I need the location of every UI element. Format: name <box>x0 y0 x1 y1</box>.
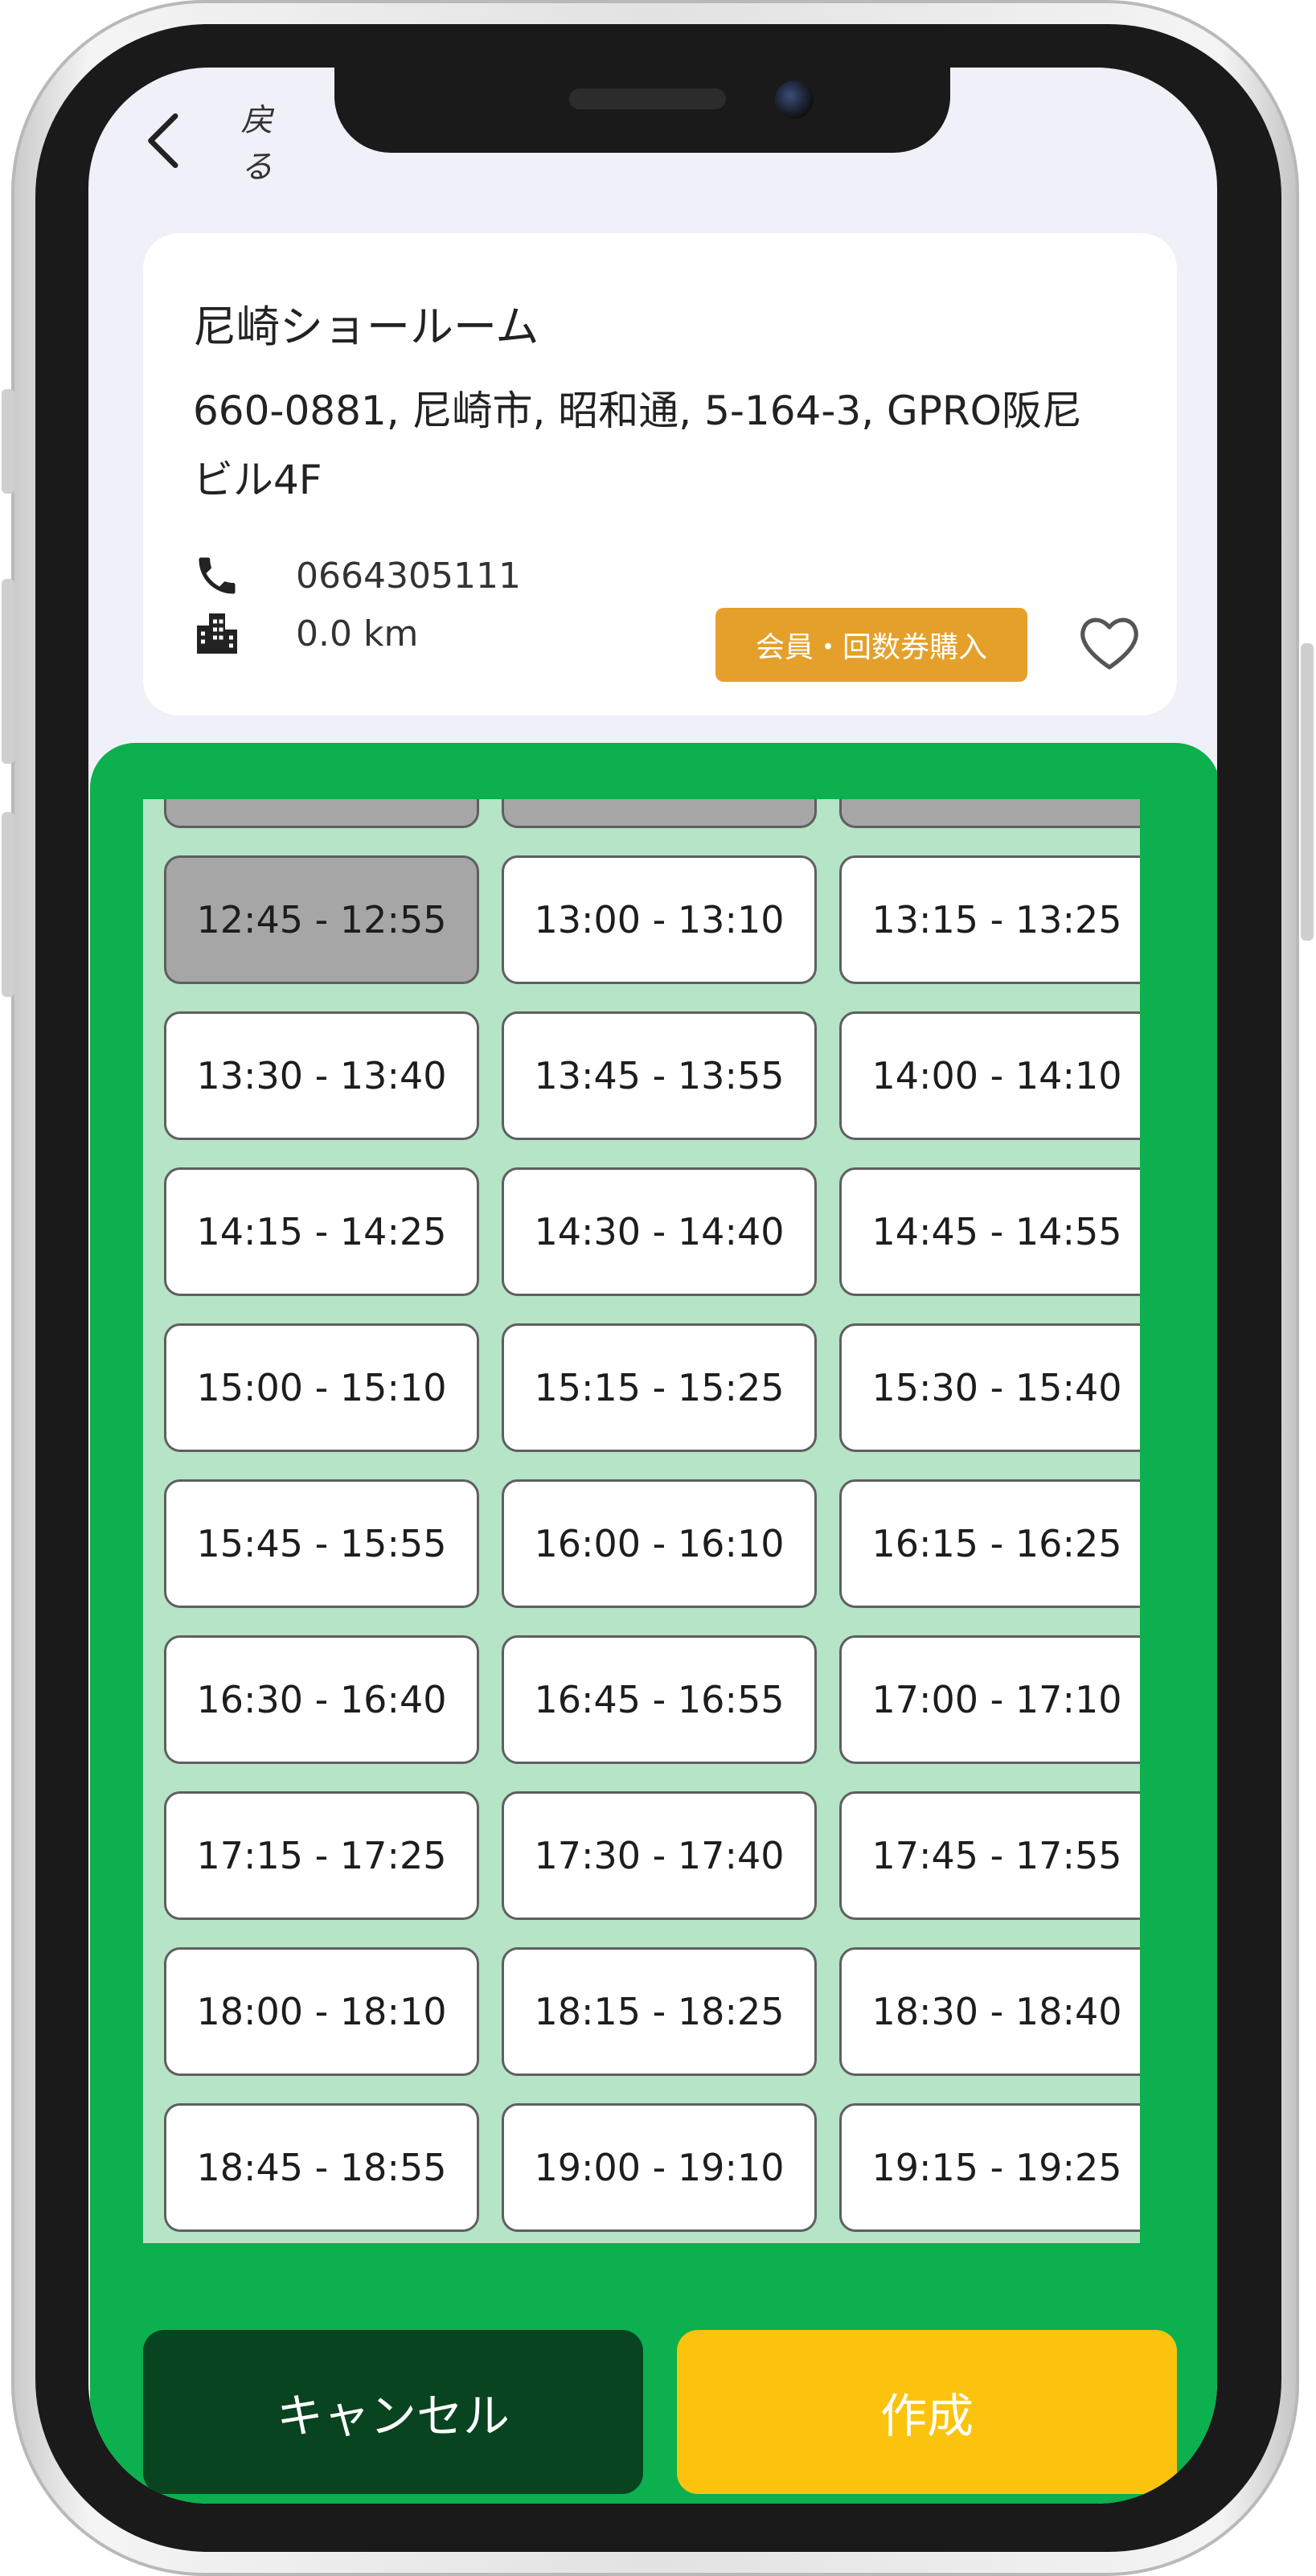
time-slot[interactable]: 14:30 - 14:40 <box>502 1167 817 1296</box>
create-button[interactable]: 作成 <box>677 2330 1177 2494</box>
time-slot-unavailable: 12:30 - 12:40 <box>839 799 1140 828</box>
time-slot[interactable]: 16:15 - 16:25 <box>839 1479 1140 1608</box>
phone-icon <box>199 557 236 594</box>
time-slot[interactable]: 15:30 - 15:40 <box>839 1323 1140 1452</box>
heart-outline-icon[interactable] <box>1077 613 1142 674</box>
time-slot[interactable]: 15:15 - 15:25 <box>502 1323 817 1452</box>
time-slot[interactable]: 19:00 - 19:10 <box>502 2103 817 2232</box>
time-slot[interactable]: 18:15 - 18:25 <box>502 1947 817 2076</box>
time-slot[interactable]: 19:15 - 19:25 <box>839 2103 1140 2232</box>
phone-side-button <box>2 812 14 997</box>
store-address: 660-0881, 尼崎市, 昭和通, 5-164-3, GPRO阪尼ビル4F <box>193 388 1083 503</box>
time-slot-unavailable: 12:45 - 12:55 <box>164 855 479 984</box>
time-slot[interactable]: 17:15 - 17:25 <box>164 1791 479 1920</box>
membership-purchase-button[interactable]: 会員・回数券購入 <box>715 608 1027 682</box>
time-slot[interactable]: 18:45 - 18:55 <box>164 2103 479 2232</box>
time-slot[interactable]: 17:30 - 17:40 <box>502 1791 817 1920</box>
back-button[interactable]: 戻る <box>141 102 302 186</box>
time-slot[interactable]: 18:30 - 18:40 <box>839 1947 1140 2076</box>
phone-notch <box>334 68 950 153</box>
phone-row[interactable]: 0664305111 <box>193 552 521 600</box>
time-slot[interactable]: 17:45 - 17:55 <box>839 1791 1140 1920</box>
time-slot[interactable]: 14:00 - 14:10 <box>839 1011 1140 1140</box>
phone-side-button <box>2 579 14 764</box>
time-slot-unavailable: 12:00 - 12:10 <box>164 799 479 828</box>
phone-side-button <box>2 389 14 494</box>
booking-panel: 12:00 - 12:10 12:15 - 12:25 12:30 - 12:40 1… <box>90 743 1217 2504</box>
time-slot[interactable]: 16:45 - 16:55 <box>502 1635 817 1764</box>
time-slot[interactable]: 17:00 - 17:10 <box>839 1635 1140 1764</box>
time-slot[interactable]: 16:30 - 16:40 <box>164 1635 479 1764</box>
time-slot[interactable]: 18:00 - 18:10 <box>164 1947 479 2076</box>
chevron-left-icon <box>148 113 178 168</box>
speaker-grille <box>569 88 726 109</box>
cancel-button[interactable]: キャンセル <box>143 2330 643 2494</box>
store-phone: 0664305111 <box>296 555 521 597</box>
time-slot[interactable]: 13:00 - 13:10 <box>502 855 817 984</box>
time-slot[interactable]: 13:30 - 13:40 <box>164 1011 479 1140</box>
building-icon <box>197 613 237 654</box>
time-slot-list[interactable]: 12:00 - 12:10 12:15 - 12:25 12:30 - 12:40 1… <box>143 799 1140 2243</box>
phone-side-button <box>1301 643 1314 941</box>
time-slot-grid: 12:00 - 12:10 12:15 - 12:25 12:30 - 12:40 1… <box>164 799 1140 2232</box>
time-slot-unavailable: 12:15 - 12:25 <box>502 799 817 828</box>
time-slot[interactable]: 15:45 - 15:55 <box>164 1479 479 1608</box>
time-slot[interactable]: 16:00 - 16:10 <box>502 1479 817 1608</box>
time-slot[interactable]: 14:15 - 14:25 <box>164 1167 479 1296</box>
time-slot[interactable]: 13:15 - 13:25 <box>839 855 1140 984</box>
front-camera <box>775 80 814 119</box>
store-distance: 0.0 km <box>296 613 419 654</box>
time-slot[interactable]: 15:00 - 15:10 <box>164 1323 479 1452</box>
distance-row: 0.0 km <box>193 609 418 658</box>
time-slot[interactable]: 13:45 - 13:55 <box>502 1011 817 1140</box>
store-name: 尼崎ショールーム <box>193 301 539 352</box>
back-label: 戻る <box>240 102 273 186</box>
time-slot[interactable]: 14:45 - 14:55 <box>839 1167 1140 1296</box>
store-info-card: 尼崎ショールーム 660-0881, 尼崎市, 昭和通, 5-164-3, GP… <box>143 233 1177 716</box>
app-screen: 戻る 尼崎ショールーム 660-0881, 尼崎市, 昭和通, 5-164-3,… <box>88 68 1217 2504</box>
